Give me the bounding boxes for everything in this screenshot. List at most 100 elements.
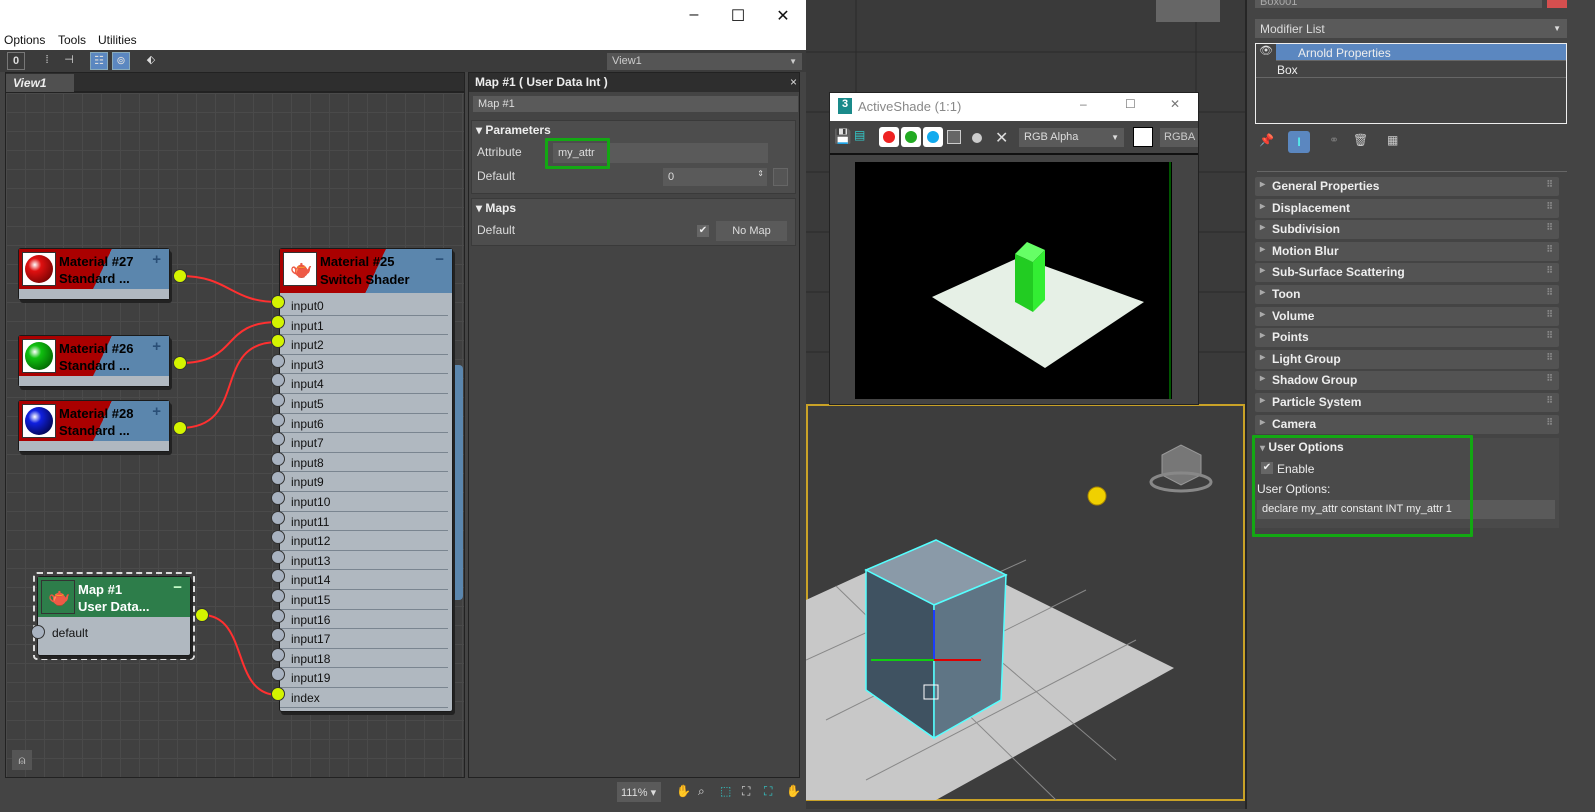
- expand-icon[interactable]: +: [152, 338, 161, 355]
- input-socket-input5[interactable]: [271, 393, 285, 407]
- input-socket-input16[interactable]: [271, 608, 285, 623]
- grip-icon[interactable]: ⠿: [1546, 309, 1553, 320]
- zoom-select[interactable]: 111% ▾: [617, 782, 661, 802]
- no-map-button[interactable]: No Map: [716, 221, 787, 241]
- input-socket-input0[interactable]: [271, 295, 285, 309]
- grip-icon[interactable]: ⠿: [1546, 179, 1553, 190]
- make-unique-icon[interactable]: ⚭: [1329, 133, 1339, 147]
- rollout-motion-blur[interactable]: Motion Blur ⠿: [1255, 241, 1559, 261]
- expand-icon[interactable]: +: [152, 251, 161, 268]
- eye-icon[interactable]: 👁: [1256, 44, 1276, 61]
- default-input-socket[interactable]: [31, 625, 45, 639]
- rollout-light-group[interactable]: Light Group ⠿: [1255, 349, 1559, 369]
- maximize-button[interactable]: ☐: [728, 6, 748, 26]
- rgba-button[interactable]: RGBA: [1160, 128, 1198, 147]
- node-switch-shader[interactable]: 🫖 Material #25 Switch Shader − input0 inp…: [279, 248, 453, 712]
- input-socket-input3[interactable]: [271, 353, 285, 368]
- input-socket-input18[interactable]: [271, 647, 285, 662]
- rollout-general-properties[interactable]: General Properties ⠿: [1255, 177, 1559, 196]
- maps-default-checkbox[interactable]: ✔: [697, 225, 709, 237]
- stack-item-box[interactable]: Box: [1256, 61, 1566, 78]
- configure-sets-icon[interactable]: ▦: [1387, 133, 1398, 147]
- close-button[interactable]: ✕: [1170, 97, 1180, 111]
- grip-icon[interactable]: ⠿: [1546, 352, 1553, 363]
- node-material-26[interactable]: Material #26 Standard ... +: [18, 335, 170, 387]
- grip-icon[interactable]: ⠿: [1546, 287, 1553, 298]
- rollout-maps-toggle[interactable]: ▾ Maps: [476, 201, 516, 215]
- minimize-button[interactable]: –: [1080, 97, 1087, 111]
- default-spinner[interactable]: 0 ⇕: [663, 168, 767, 186]
- default-map-button[interactable]: [773, 168, 788, 186]
- input-socket-input10[interactable]: [271, 491, 285, 505]
- rollout-parameters-toggle[interactable]: ▾ Parameters: [476, 123, 551, 137]
- output-socket[interactable]: [173, 269, 187, 283]
- delete-icon[interactable]: 🗑: [1353, 133, 1368, 147]
- green-channel-toggle[interactable]: [901, 127, 921, 147]
- close-icon[interactable]: ×: [790, 75, 797, 89]
- rollout-shadow-group[interactable]: Shadow Group ⠿: [1255, 371, 1559, 391]
- copy-image-icon[interactable]: ▤: [854, 128, 865, 142]
- collapse-icon[interactable]: −: [173, 579, 182, 596]
- output-socket[interactable]: [173, 421, 187, 435]
- monochrome-toggle[interactable]: [972, 133, 982, 143]
- switch-input-input3: input3: [280, 355, 448, 375]
- object-name-input[interactable]: Box001: [1255, 0, 1542, 8]
- minimize-button[interactable]: –: [684, 6, 704, 24]
- grip-icon[interactable]: ⠿: [1546, 330, 1553, 341]
- rollout-sub-surface-scattering[interactable]: Sub-Surface Scattering ⠿: [1255, 263, 1559, 283]
- grip-icon[interactable]: ⠿: [1546, 222, 1553, 233]
- rollout-camera[interactable]: Camera ⠿: [1255, 414, 1559, 434]
- grip-icon[interactable]: ⠿: [1546, 417, 1553, 428]
- pin-stack-icon[interactable]: 📌: [1259, 133, 1274, 147]
- zoom-region-icon[interactable]: ⬚: [720, 784, 731, 798]
- navigator-icon[interactable]: ⍝: [12, 750, 32, 770]
- input-socket-input1[interactable]: [271, 314, 285, 329]
- input-socket-input11[interactable]: [271, 510, 285, 525]
- grip-icon[interactable]: ⠿: [1546, 265, 1553, 276]
- rollout-points[interactable]: Points ⠿: [1255, 328, 1559, 348]
- show-end-result-icon[interactable]: I: [1288, 131, 1310, 153]
- red-channel-toggle[interactable]: [879, 127, 899, 147]
- grip-icon[interactable]: ⠿: [1546, 201, 1553, 212]
- collapse-icon[interactable]: −: [435, 251, 444, 268]
- switch-output-tab[interactable]: [453, 365, 463, 600]
- grip-icon[interactable]: ⠿: [1546, 395, 1553, 406]
- view-select[interactable]: View1 ▼: [607, 53, 802, 70]
- zoom-extents-icon[interactable]: ⛶: [742, 784, 750, 799]
- save-icon[interactable]: 💾: [834, 128, 851, 145]
- background-color-swatch[interactable]: [1133, 127, 1153, 147]
- output-socket[interactable]: [173, 356, 187, 370]
- input-socket-input13[interactable]: [271, 549, 285, 564]
- grip-icon[interactable]: ⠿: [1546, 244, 1553, 255]
- map-name-input[interactable]: Map #1: [473, 96, 798, 112]
- alpha-toggle[interactable]: [947, 130, 961, 144]
- node-material-28[interactable]: Material #28 Standard ... +: [18, 400, 170, 452]
- clear-icon[interactable]: ✕: [995, 128, 1008, 148]
- input-socket-input6[interactable]: [271, 412, 285, 427]
- rollout-toon[interactable]: Toon ⠿: [1255, 285, 1559, 304]
- grip-icon[interactable]: ⠿: [1546, 373, 1553, 384]
- switch-input-input6: input6: [280, 414, 448, 434]
- close-button[interactable]: ✕: [773, 6, 793, 26]
- channel-select[interactable]: RGB Alpha ▼: [1019, 128, 1124, 147]
- rollout-particle-system[interactable]: Particle System ⠿: [1255, 393, 1559, 412]
- object-color-swatch[interactable]: [1547, 0, 1567, 8]
- rollout-volume[interactable]: Volume ⠿: [1255, 306, 1559, 326]
- modifier-list-select[interactable]: Modifier List ▼: [1255, 19, 1567, 38]
- node-map-1[interactable]: 🫖 Map #1 User Data... − default: [37, 576, 191, 656]
- input-socket-index[interactable]: [271, 687, 285, 701]
- expand-icon[interactable]: +: [152, 403, 161, 420]
- pan-view-icon[interactable]: ✋: [786, 784, 801, 798]
- stack-item-arnold-properties[interactable]: 👁 Arnold Properties: [1256, 44, 1566, 61]
- blue-channel-toggle[interactable]: [923, 127, 943, 147]
- input-socket-input8[interactable]: [271, 451, 285, 466]
- zoom-extents-selected-icon[interactable]: ⛶: [764, 784, 772, 799]
- rollout-subdivision[interactable]: Subdivision ⠿: [1255, 220, 1559, 240]
- zoom-icon[interactable]: ⌕: [698, 784, 705, 799]
- output-socket[interactable]: [195, 608, 209, 622]
- rollout-displacement[interactable]: Displacement ⠿: [1255, 198, 1559, 218]
- maximize-button[interactable]: ☐: [1125, 97, 1136, 111]
- node-material-27[interactable]: Material #27 Standard ... +: [18, 248, 170, 300]
- pan-icon[interactable]: ✋: [676, 784, 691, 798]
- input-socket-input15[interactable]: [271, 589, 285, 603]
